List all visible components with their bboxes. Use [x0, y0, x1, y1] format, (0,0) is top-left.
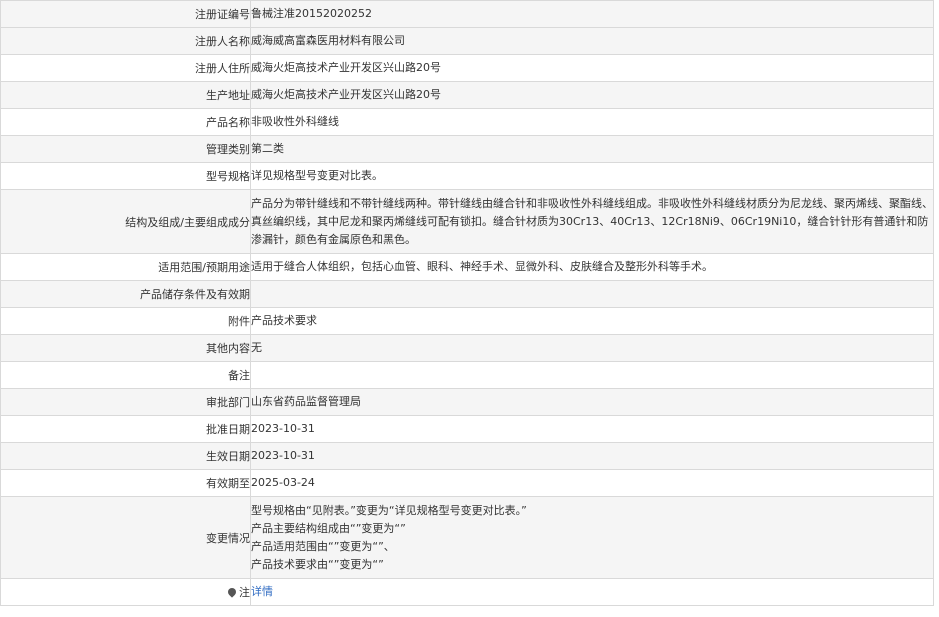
- row-label: 变更情况: [0, 496, 251, 579]
- change-line: 产品主要结构组成由“”变更为“”: [251, 521, 406, 535]
- row-valid-until: 有效期至 2025-03-24: [0, 469, 934, 497]
- row-label: 生产地址: [0, 81, 251, 109]
- change-line: 产品适用范围由“”变更为“”、: [251, 539, 395, 553]
- row-label: 注册人住所: [0, 54, 251, 82]
- row-effective-date: 生效日期 2023-10-31: [0, 442, 934, 470]
- row-label: 型号规格: [0, 162, 251, 190]
- row-label: 产品储存条件及有效期: [0, 280, 251, 308]
- row-structure-composition: 结构及组成/主要组成成分 产品分为带针缝线和不带针缝线两种。带针缝线由缝合针和非…: [0, 189, 934, 254]
- row-remarks: 备注: [0, 361, 934, 389]
- row-value: 鲁械注准20152020252: [250, 0, 934, 28]
- row-value: [250, 280, 934, 308]
- row-label: 附件: [0, 307, 251, 335]
- row-label: 审批部门: [0, 388, 251, 416]
- row-change-history: 变更情况 型号规格由“见附表。”变更为“详见规格型号变更对比表。” 产品主要结构…: [0, 496, 934, 579]
- row-registrant-address: 注册人住所 威海火炬高技术产业开发区兴山路20号: [0, 54, 934, 82]
- row-product-name: 产品名称 非吸收性外科缝线: [0, 108, 934, 136]
- row-value: [250, 361, 934, 389]
- row-model-spec: 型号规格 详见规格型号变更对比表。: [0, 162, 934, 190]
- row-label: 产品名称: [0, 108, 251, 136]
- details-link[interactable]: 详情: [251, 585, 273, 598]
- row-label: 注册人名称: [0, 27, 251, 55]
- row-note: 注 详情: [0, 578, 934, 606]
- row-value: 适用于缝合人体组织，包括心血管、眼科、神经手术、显微外科、皮肤缝合及整形外科等手…: [250, 253, 934, 281]
- row-label: 其他内容: [0, 334, 251, 362]
- row-intended-use: 适用范围/预期用途 适用于缝合人体组织，包括心血管、眼科、神经手术、显微外科、皮…: [0, 253, 934, 281]
- row-label: 注册证编号: [0, 0, 251, 28]
- row-storage-conditions: 产品储存条件及有效期: [0, 280, 934, 308]
- row-value: 无: [250, 334, 934, 362]
- row-registration-number: 注册证编号 鲁械注准20152020252: [0, 0, 934, 28]
- row-registrant-name: 注册人名称 威海威高富森医用材料有限公司: [0, 27, 934, 55]
- row-attachment: 附件 产品技术要求: [0, 307, 934, 335]
- registration-info-table: 注册证编号 鲁械注准20152020252 注册人名称 威海威高富森医用材料有限…: [0, 0, 934, 606]
- change-line: 型号规格由“见附表。”变更为“详见规格型号变更对比表。”: [251, 503, 527, 517]
- row-value: 威海威高富森医用材料有限公司: [250, 27, 934, 55]
- row-value: 第二类: [250, 135, 934, 163]
- row-value: 详见规格型号变更对比表。: [250, 162, 934, 190]
- row-approval-date: 批准日期 2023-10-31: [0, 415, 934, 443]
- change-history-list: 型号规格由“见附表。”变更为“详见规格型号变更对比表。” 产品主要结构组成由“”…: [250, 496, 934, 579]
- row-approval-department: 审批部门 山东省药品监督管理局: [0, 388, 934, 416]
- note-value-cell: 详情: [250, 578, 934, 606]
- row-label: 批准日期: [0, 415, 251, 443]
- row-other-content: 其他内容 无: [0, 334, 934, 362]
- row-production-address: 生产地址 威海火炬高技术产业开发区兴山路20号: [0, 81, 934, 109]
- row-management-category: 管理类别 第二类: [0, 135, 934, 163]
- row-value: 威海火炬高技术产业开发区兴山路20号: [250, 81, 934, 109]
- row-value: 2023-10-31: [250, 415, 934, 443]
- row-label: 生效日期: [0, 442, 251, 470]
- row-label: 备注: [0, 361, 251, 389]
- row-value: 2023-10-31: [250, 442, 934, 470]
- row-value: 产品分为带针缝线和不带针缝线两种。带针缝线由缝合针和非吸收性外科缝线组成。非吸收…: [250, 189, 934, 254]
- row-value: 非吸收性外科缝线: [250, 108, 934, 136]
- row-value: 2025-03-24: [250, 469, 934, 497]
- row-label: 有效期至: [0, 469, 251, 497]
- change-line: 产品技术要求由“”变更为“”: [251, 557, 384, 571]
- row-value: 威海火炬高技术产业开发区兴山路20号: [250, 54, 934, 82]
- row-label: 管理类别: [0, 135, 251, 163]
- note-label-cell: 注: [0, 578, 251, 606]
- row-value: 山东省药品监督管理局: [250, 388, 934, 416]
- row-label: 结构及组成/主要组成成分: [0, 189, 251, 254]
- row-label: 适用范围/预期用途: [0, 253, 251, 281]
- row-value: 产品技术要求: [250, 307, 934, 335]
- map-pin-icon: [226, 586, 238, 598]
- note-label: 注: [239, 586, 250, 599]
